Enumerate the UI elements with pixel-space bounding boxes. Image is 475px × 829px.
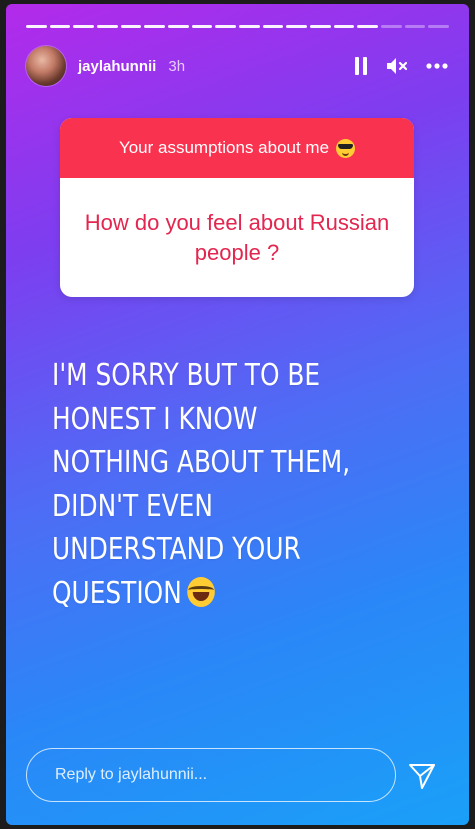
progress-segment bbox=[97, 25, 118, 28]
more-icon[interactable] bbox=[425, 62, 449, 70]
progress-segment bbox=[310, 25, 331, 28]
pause-icon[interactable] bbox=[353, 56, 369, 76]
answer-line-last: QUESTION bbox=[52, 572, 420, 616]
answer-line: DIDN'T EVEN bbox=[52, 488, 213, 524]
progress-segment bbox=[73, 25, 95, 28]
progress-segment bbox=[262, 25, 284, 28]
question-sticker: Your assumptions about me How do you fee… bbox=[60, 118, 414, 297]
progress-segment bbox=[120, 25, 142, 28]
mute-icon[interactable] bbox=[385, 56, 409, 76]
reply-input[interactable] bbox=[53, 765, 357, 785]
story-header: jaylahunnii 3h bbox=[26, 44, 449, 88]
reply-box[interactable] bbox=[26, 748, 396, 802]
sunglasses-emoji-icon bbox=[336, 138, 356, 158]
answer-text: I'M SORRY BUT TO BE HONEST I KNOW NOTHIN… bbox=[52, 354, 452, 615]
progress-segment bbox=[428, 25, 450, 28]
username[interactable]: jaylahunnii bbox=[78, 58, 156, 75]
progress-segment bbox=[168, 25, 189, 28]
timestamp: 3h bbox=[168, 57, 186, 75]
answer-line-text: QUESTION bbox=[52, 575, 182, 611]
progress-segment bbox=[357, 25, 379, 28]
progress-segment bbox=[239, 25, 260, 28]
story-viewer[interactable]: jaylahunnii 3h Your assumptions about me… bbox=[6, 4, 469, 825]
answer-line: UNDERSTAND YOUR bbox=[52, 532, 301, 567]
answer-line: HONEST I KNOW bbox=[52, 401, 258, 437]
progress-segment bbox=[191, 25, 213, 28]
progress-segment bbox=[404, 25, 426, 28]
progress-segment bbox=[144, 25, 166, 28]
avatar[interactable] bbox=[26, 46, 66, 86]
send-icon[interactable] bbox=[406, 760, 438, 792]
answer-line: I'M SORRY BUT TO BE bbox=[52, 358, 321, 393]
story-progress-bar bbox=[26, 25, 450, 28]
question-text: How do you feel about Russian people ? bbox=[84, 209, 390, 265]
question-sticker-title: Your assumptions about me bbox=[118, 138, 330, 157]
progress-segment bbox=[49, 25, 71, 28]
question-sticker-header: Your assumptions about me bbox=[60, 118, 414, 178]
answer-line: NOTHING ABOUT THEM, bbox=[52, 445, 351, 480]
progress-segment bbox=[333, 25, 355, 28]
progress-segment bbox=[381, 25, 402, 28]
tears-of-joy-emoji-icon bbox=[187, 576, 215, 607]
story-controls bbox=[353, 56, 449, 76]
progress-segment bbox=[286, 25, 308, 28]
progress-segment bbox=[26, 25, 47, 28]
progress-segment bbox=[215, 25, 237, 28]
